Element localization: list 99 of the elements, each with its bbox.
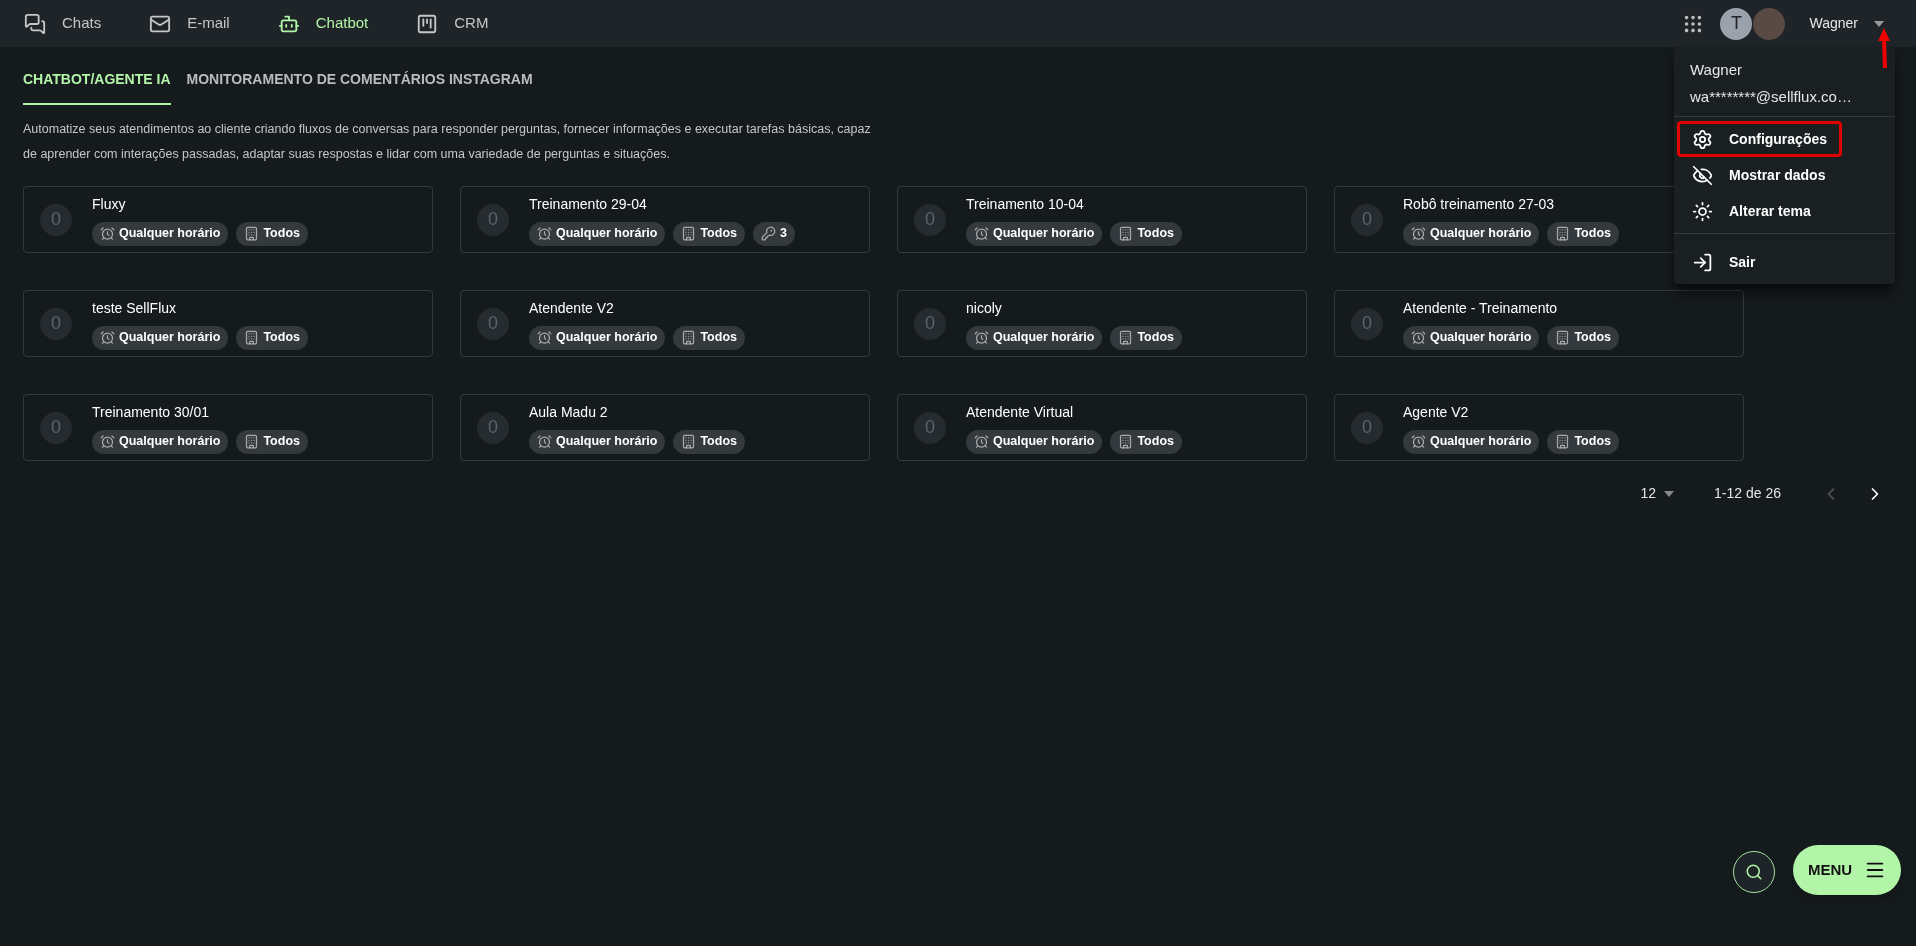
chatbot-name: Fluxy — [92, 194, 127, 214]
key-icon — [761, 226, 776, 241]
tag-chip: Todos — [673, 429, 745, 454]
menu-user-name: Wagner — [1690, 60, 1743, 80]
tag-chip: Todos — [1110, 221, 1182, 246]
nav-link[interactable]: CRM — [416, 12, 489, 35]
description: Automatize seus atendimentos ao cliente criando fluxos de conversas para responder perguntas, fornecer informações e executar tarefas básicas, capaz de aprender com interações passadas, adaptar suas respostas e lidar com uma variedade de perguntas e situações. — [23, 121, 872, 163]
tag-chip: Qualquer horário — [1403, 221, 1540, 246]
nav-link[interactable]: Chats — [24, 12, 102, 35]
alarm-clock-icon — [100, 434, 115, 449]
tag-chip: Qualquer horário — [1403, 325, 1540, 350]
tag-chip: Qualquer horário — [92, 221, 229, 246]
alarm-clock-icon — [974, 226, 989, 241]
tag-chip: Todos — [236, 221, 308, 246]
chatbot-name: Agente V2 — [1403, 402, 1470, 422]
chat-bubbles-icon — [24, 12, 46, 35]
chatbot-name: Treinamento 29-04 — [529, 194, 648, 214]
tag-chip: Todos — [1110, 429, 1182, 454]
building-icon — [244, 330, 260, 345]
tag-chip: Qualquer horário — [966, 325, 1103, 350]
chatbot-name: Atendente Virtual — [966, 402, 1075, 422]
tag-chip: Todos — [1547, 221, 1619, 246]
building-icon — [1118, 434, 1134, 449]
chatbot-card[interactable]: 0 Agente V2 Qualquer horário Todos — [1334, 394, 1744, 461]
alarm-clock-icon — [1411, 330, 1426, 345]
search-icon — [1745, 863, 1763, 881]
chatbot-name: Atendente - Treinamento — [1403, 298, 1559, 318]
chatbot-card[interactable]: 0 Atendente Virtual Qualquer horário Todos — [897, 394, 1307, 461]
tag-chip: 3 — [753, 221, 795, 246]
caret-icon[interactable] — [1874, 20, 1884, 27]
search-button[interactable] — [1733, 851, 1775, 893]
tag-chip: Todos — [673, 325, 745, 350]
chatbot-name: nicoly — [966, 298, 1003, 318]
building-icon — [1555, 330, 1571, 345]
chatbot-name: Robô treinamento 27-03 — [1403, 194, 1555, 214]
chatbot-name: Treinamento 10-04 — [966, 194, 1085, 214]
tag-chip: Todos — [1547, 325, 1619, 350]
exit-icon — [1692, 251, 1713, 273]
nav-link[interactable]: E-mail — [149, 12, 230, 35]
alarm-clock-icon — [537, 434, 552, 449]
tag-chip: Qualquer horário — [529, 325, 666, 350]
tag-chip: Qualquer horário — [529, 221, 666, 246]
tag-chip: Todos — [236, 429, 308, 454]
alarm-clock-icon — [100, 330, 115, 345]
tag-chip: Qualquer horário — [1403, 429, 1540, 454]
tag-chip: Qualquer horário — [966, 221, 1103, 246]
caret-icon — [1664, 490, 1675, 497]
menu-item[interactable]: Configurações — [1677, 121, 1842, 157]
alarm-clock-icon — [974, 330, 989, 345]
chatbot-name: teste SellFlux — [92, 298, 178, 318]
eye-off-icon — [1692, 164, 1713, 186]
tab[interactable]: MONITORAMENTO DE COMENTÁRIOS INSTAGRAM — [186, 69, 533, 105]
building-icon — [244, 434, 260, 449]
building-icon — [1118, 226, 1134, 241]
alarm-clock-icon — [537, 330, 552, 345]
board-icon — [416, 12, 439, 35]
user-name[interactable]: Wagner — [1809, 13, 1858, 34]
alarm-clock-icon — [974, 434, 989, 449]
chatbot-card[interactable]: 0 Treinamento 29-04 Qualquer horário Todos 3 — [460, 186, 870, 253]
chatbot-card[interactable]: 0 nicoly Qualquer horário Todos — [897, 290, 1307, 357]
building-icon — [1118, 330, 1134, 345]
annotation-arrow — [1878, 28, 1890, 68]
building-icon — [244, 226, 260, 241]
settings-icon — [1692, 128, 1713, 150]
menu-button[interactable]: MENU — [1793, 845, 1901, 895]
building-icon — [681, 226, 697, 241]
chatbot-name: Treinamento 30/01 — [92, 402, 210, 422]
chatbot-card[interactable]: 0 Treinamento 10-04 Qualquer horário Todos — [897, 186, 1307, 253]
tab[interactable]: CHATBOT/AGENTE IA — [23, 69, 171, 105]
tag-chip: Todos — [1547, 429, 1619, 454]
alarm-clock-icon — [100, 226, 115, 241]
building-icon — [681, 330, 697, 345]
building-icon — [1555, 226, 1571, 241]
building-icon — [1555, 434, 1571, 449]
tag-chip: Todos — [236, 325, 308, 350]
tag-chip: Todos — [673, 221, 745, 246]
tag-chip: Qualquer horário — [92, 429, 229, 454]
chatbot-card[interactable]: 0 Atendente V2 Qualquer horário Todos — [460, 290, 870, 357]
page-range: 1-12 de 26 — [1714, 484, 1781, 503]
tag-chip: Qualquer horário — [966, 429, 1103, 454]
chatbot-card[interactable]: 0 Fluxy Qualquer horário Todos — [23, 186, 433, 253]
tag-chip: Qualquer horário — [529, 429, 666, 454]
tag-chip: Qualquer horário — [92, 325, 229, 350]
building-icon — [681, 434, 697, 449]
nav-link[interactable]: Chatbot — [277, 12, 369, 35]
chatbot-card[interactable]: 0 Aula Madu 2 Qualquer horário Todos — [460, 394, 870, 461]
alarm-clock-icon — [1411, 226, 1426, 241]
tag-chip: Todos — [1110, 325, 1182, 350]
chatbot-name: Atendente V2 — [529, 298, 615, 318]
alarm-clock-icon — [1411, 434, 1426, 449]
chatbot-card[interactable]: 0 teste SellFlux Qualquer horário Todos — [23, 290, 433, 357]
chatbot-card[interactable]: 0 Atendente - Treinamento Qualquer horário Todos — [1334, 290, 1744, 357]
chatbot-name: Aula Madu 2 — [529, 402, 609, 422]
alarm-clock-icon — [537, 226, 552, 241]
avatar-initial[interactable]: T — [1720, 7, 1753, 40]
chatbot-card[interactable]: 0 Treinamento 30/01 Qualquer horário Todos — [23, 394, 433, 461]
menu-user-email: wa********@sellflux.co… — [1690, 86, 1853, 107]
sun-icon — [1692, 200, 1713, 222]
rows-per-page-select[interactable]: 12 — [1640, 483, 1675, 504]
